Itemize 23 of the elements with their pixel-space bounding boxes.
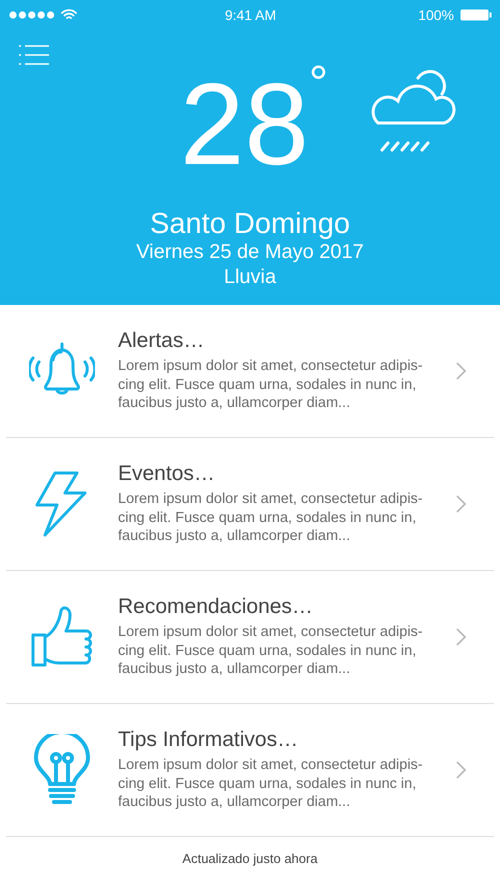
battery-icon [460,9,492,21]
menu-icon[interactable] [19,44,49,66]
item-title: Recomendaciones… [118,595,314,620]
wifi-icon [61,9,77,21]
thumbs-up-icon [30,605,94,669]
item-title: Eventos… [118,462,216,486]
light-bulb-icon [34,734,90,806]
item-description: Lorem ipsum dolor sit amet, consectetur adipis- cing elit. Fusce quam urna, sodales in nunc in, faucibus justo a, ullamcorper diam... [118,756,424,812]
degree-sign: ° [308,60,328,108]
date-text: Viernes 25 de Mayo 2017 [135,240,365,265]
item-description: Lorem ipsum dolor sit amet, consectetur adipis- cing elit. Fusce quam urna, sodales in nunc in, faucibus justo a, ullamcorper diam... [118,623,424,679]
update-status: Actualizado justo ahora [181,851,319,866]
city-name: Santo Domingo [149,208,351,240]
weather-condition: Lluvia [222,265,278,290]
item-title: Tips Informativos… [118,728,300,752]
status-time: 9:41 AM [224,7,276,23]
temperature: 28 [180,66,309,182]
signal-icon [9,11,55,19]
lightning-bolt-icon [35,471,89,537]
battery-percentage: 100% [418,7,454,23]
item-description: Lorem ipsum dolor sit amet, consectetur adipis- cing elit. Fusce quam urna, sodales in nunc in, faucibus justo a, ullamcorper diam... [118,490,424,546]
item-title: Alertas… [118,329,206,354]
item-description: Lorem ipsum dolor sit amet, consectetur adipis- cing elit. Fusce quam urna, sodales in nunc in, faucibus justo a, ullamcorper diam... [118,357,424,413]
